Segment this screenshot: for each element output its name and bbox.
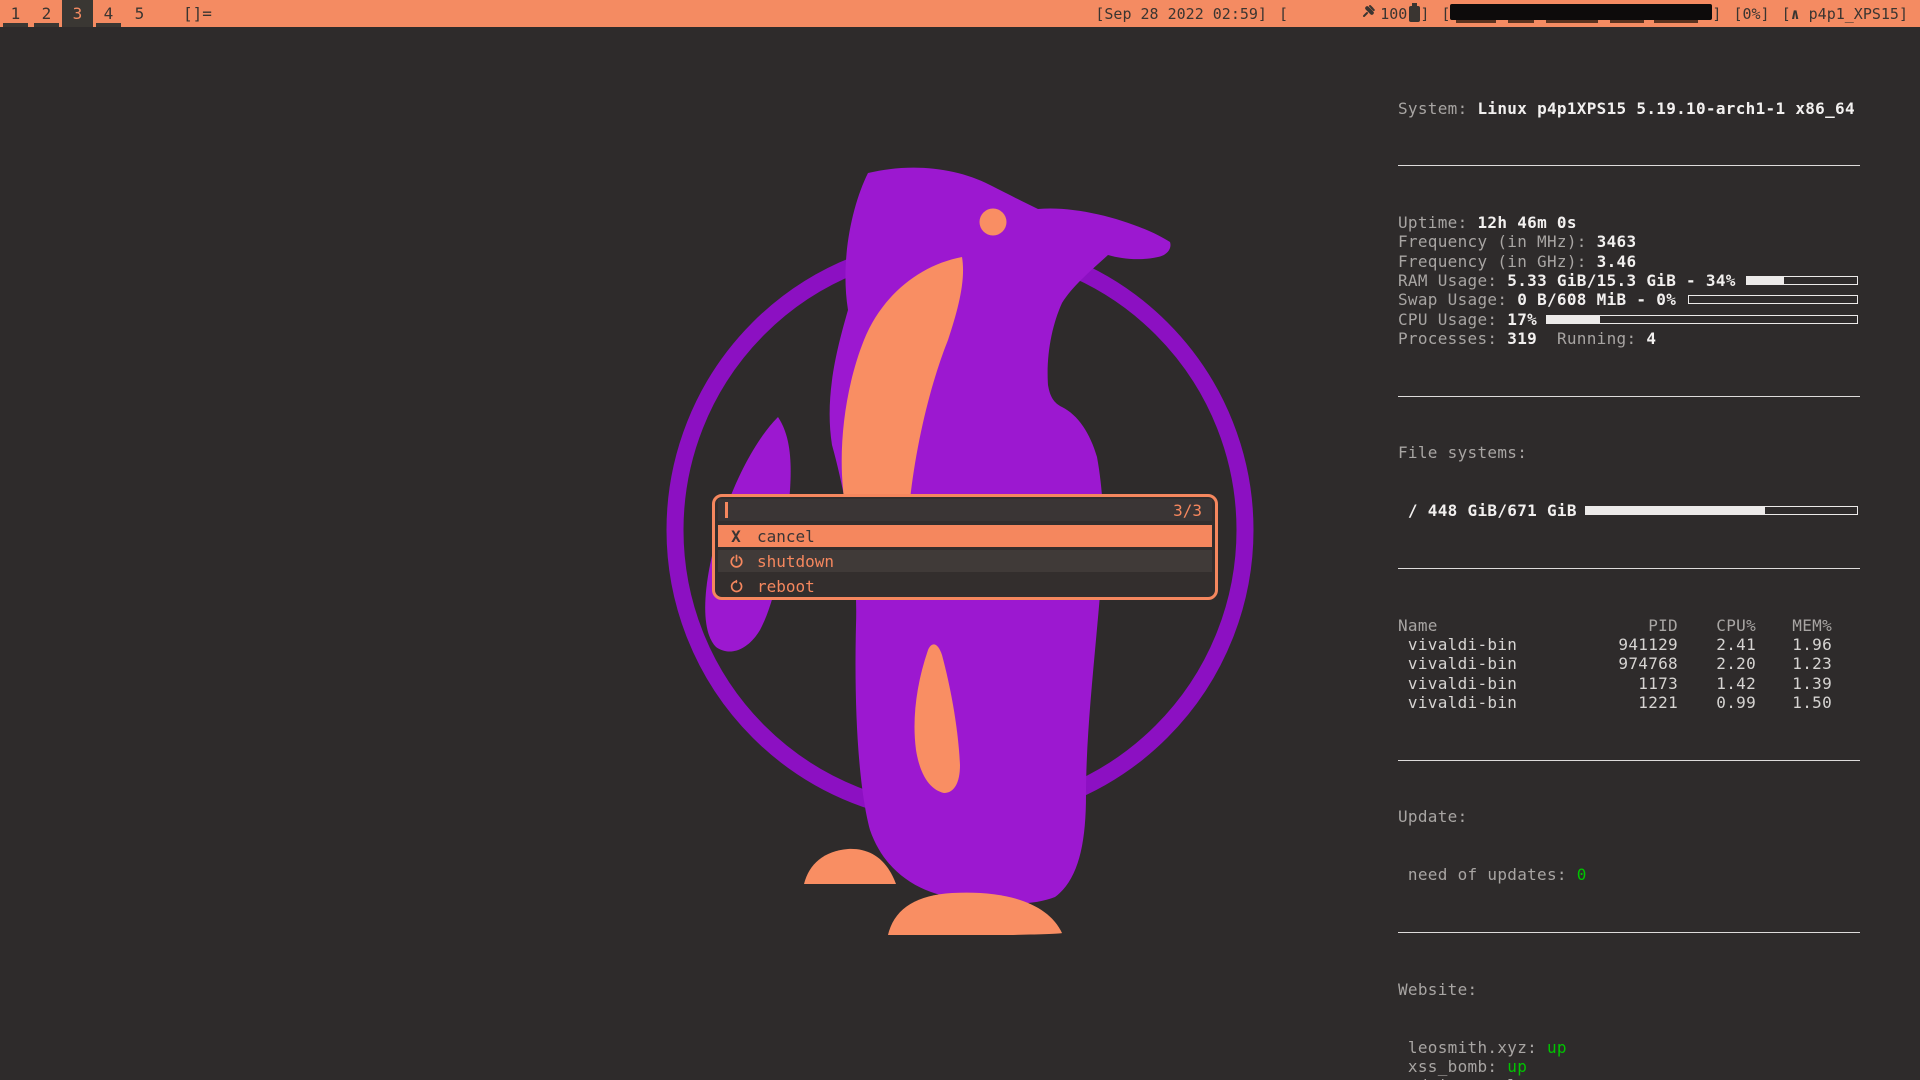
table-cell: vivaldi-bin — [1398, 654, 1578, 673]
power-icon — [728, 554, 744, 569]
power-menu: 3/3 Xcancel shutdown reboot — [712, 494, 1218, 600]
eye — [980, 209, 1007, 236]
stat-line: RAM Usage: 5.33 GiB/15.3 GiB - 34% — [1398, 271, 1860, 290]
divider — [1398, 568, 1860, 569]
battery-module: [ 100 ] — [1279, 0, 1429, 41]
table-cell: vivaldi-bin — [1398, 635, 1578, 654]
workspace-tags: 12345 — [0, 0, 155, 27]
menu-item-reboot[interactable]: reboot — [718, 575, 1212, 597]
status-bar: 12345 []= [Sep 28 2022 02:59] [ 100 ] [ … — [0, 0, 1920, 27]
divider — [1398, 760, 1860, 761]
divider — [1398, 396, 1860, 397]
filesystems-header: File systems: — [1398, 443, 1860, 462]
clock-module: [Sep 28 2022 02:59] — [1095, 5, 1267, 23]
menu-item-cancel[interactable]: Xcancel — [718, 525, 1212, 547]
menu-item-label: reboot — [757, 577, 815, 596]
table-cell: 974768 — [1578, 654, 1678, 673]
table-cell: 1.96 — [1756, 635, 1832, 654]
table-header: PID — [1578, 616, 1678, 635]
table-cell: 1.39 — [1756, 674, 1832, 693]
network-address-module: [ ] — [1441, 4, 1721, 24]
table-cell: 1.42 — [1678, 674, 1756, 693]
system-line: System: Linux p4p1XPS15 5.19.10-arch1-1 … — [1398, 99, 1860, 118]
chevron-up-icon: ∧ — [1791, 5, 1800, 23]
menu-items: Xcancel shutdown reboot — [718, 525, 1212, 597]
table-cell: 2.20 — [1678, 654, 1756, 673]
table-cell: vivaldi-bin — [1398, 693, 1578, 712]
workspace-tag-5[interactable]: 5 — [124, 0, 155, 27]
stat-line: Uptime: 12h 46m 0s — [1398, 213, 1860, 232]
usage-bar — [1688, 295, 1858, 304]
table-header: MEM% — [1756, 616, 1832, 635]
table-cell: 2.41 — [1678, 635, 1756, 654]
website-block: leosmith.xyz: up xss_bomb: up admin pane… — [1398, 1038, 1860, 1080]
menu-item-shutdown[interactable]: shutdown — [718, 550, 1212, 572]
status-up: up — [1537, 1076, 1557, 1080]
battery-icon — [1409, 6, 1420, 22]
disk-usage-bar — [1585, 506, 1858, 515]
tag-indicator — [34, 23, 59, 27]
menu-item-label: shutdown — [757, 552, 834, 571]
filesystem-line: / 448 GiB/671 GiB — [1398, 501, 1860, 520]
layout-indicator[interactable]: []= — [183, 4, 212, 23]
tag-indicator — [3, 23, 28, 27]
table-header: CPU% — [1678, 616, 1756, 635]
redacted-ip-block — [1450, 4, 1712, 24]
workspace-tag-1[interactable]: 1 — [0, 0, 31, 27]
table-cell: 1173 — [1578, 674, 1678, 693]
system-info-panel: System: Linux p4p1XPS15 5.19.10-arch1-1 … — [1398, 60, 1860, 1080]
result-counter: 3/3 — [1173, 501, 1212, 520]
tag-indicator — [96, 23, 121, 27]
stat-line: Frequency (in MHz): 3463 — [1398, 232, 1860, 251]
status-up: up — [1507, 1057, 1527, 1076]
menu-item-label: cancel — [757, 527, 815, 546]
workspace-tag-4[interactable]: 4 — [93, 0, 124, 27]
usage-bar — [1746, 276, 1858, 285]
usage-bar — [1546, 315, 1858, 324]
website-status-line: xss_bomb: up — [1398, 1057, 1860, 1076]
divider — [1398, 165, 1860, 166]
volume-module: [0%] — [1733, 5, 1769, 23]
table-cell: 941129 — [1578, 635, 1678, 654]
status-up: up — [1547, 1038, 1567, 1057]
process-table: NamePIDCPU%MEM% vivaldi-bin9411292.411.9… — [1398, 616, 1832, 712]
table-cell: 1221 — [1578, 693, 1678, 712]
table-cell: vivaldi-bin — [1398, 674, 1578, 693]
update-line: need of updates: 0 — [1398, 865, 1860, 884]
table-cell: 1.50 — [1756, 693, 1832, 712]
stat-line: Processes: 319 Running: 4 — [1398, 329, 1860, 348]
table-header: Name — [1398, 616, 1578, 635]
stat-line: CPU Usage: 17% — [1398, 310, 1860, 329]
website-status-line: admin panel: up — [1398, 1076, 1860, 1080]
workspace-tag-2[interactable]: 2 — [31, 0, 62, 27]
website-status-line: leosmith.xyz: up — [1398, 1038, 1860, 1057]
stat-line: Swap Usage: 0 B/608 MiB - 0% — [1398, 290, 1860, 309]
text-cursor — [725, 502, 728, 518]
website-header: Website: — [1398, 980, 1860, 999]
update-header: Update: — [1398, 807, 1860, 826]
host-module: [ ∧ p4p1_XPS15 ] — [1782, 5, 1908, 23]
workspace-tag-3[interactable]: 3 — [62, 0, 93, 27]
status-modules: [Sep 28 2022 02:59] [ 100 ] [ ] [0%] — [1095, 0, 1920, 41]
plug-icon — [1289, 0, 1376, 41]
table-cell: 1.23 — [1756, 654, 1832, 673]
divider — [1398, 932, 1860, 933]
stats-block: Uptime: 12h 46m 0sFrequency (in MHz): 34… — [1398, 213, 1860, 348]
stat-line: Frequency (in GHz): 3.46 — [1398, 252, 1860, 271]
reboot-icon — [728, 579, 744, 594]
table-cell: 0.99 — [1678, 693, 1756, 712]
menu-search-input[interactable]: 3/3 — [718, 499, 1212, 521]
x-icon: X — [728, 527, 744, 546]
